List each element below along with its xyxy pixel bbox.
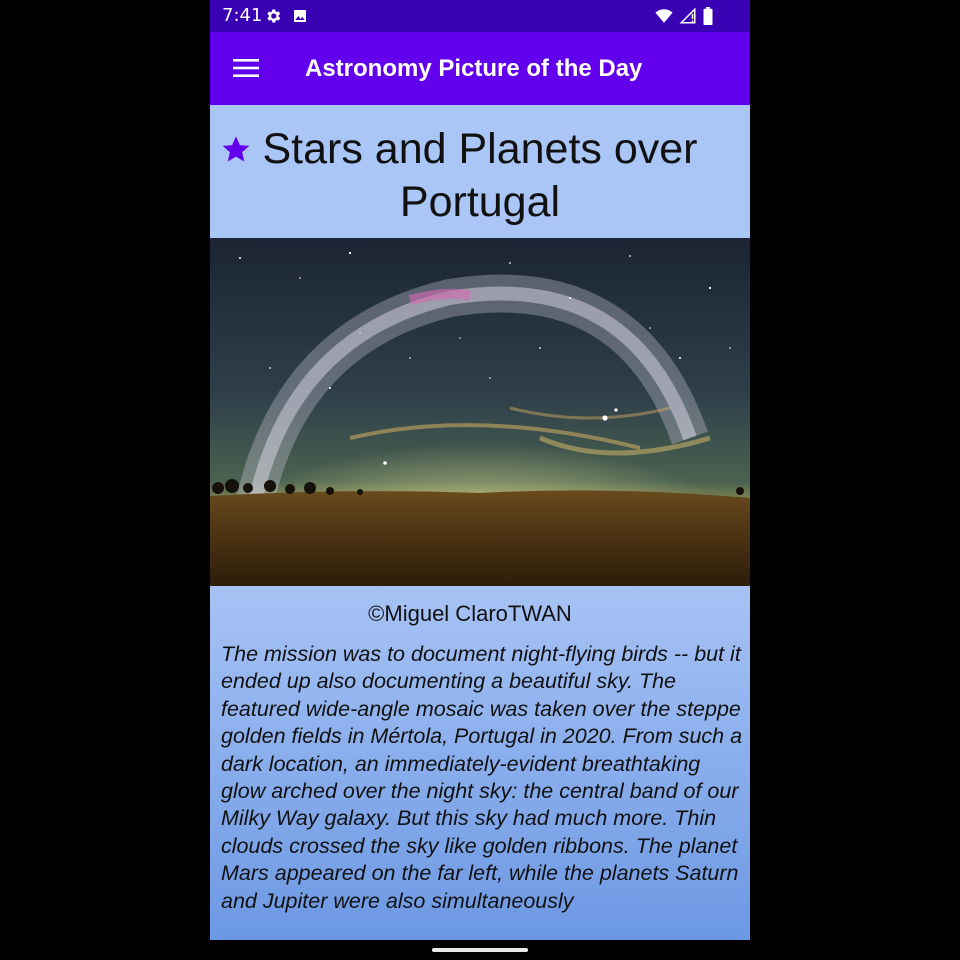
status-bar: 7:41 <box>210 0 750 32</box>
apod-copyright: ©Miguel ClaroTWAN <box>368 601 572 626</box>
hamburger-menu-icon <box>233 59 259 77</box>
app-bar: Astronomy Picture of the Day <box>210 32 750 105</box>
image-notification-icon <box>294 10 306 22</box>
apod-title-section: Stars and Planets over Portugal <box>210 105 750 238</box>
status-system-icons <box>654 7 714 25</box>
gesture-navigation-handle[interactable] <box>432 948 528 952</box>
apod-explanation: The mission was to document night-flying… <box>221 642 743 913</box>
navigation-menu-button[interactable] <box>230 52 262 84</box>
phone-screen: 7:41 Astronomy Picture of the Day Stars … <box>210 0 750 940</box>
apod-content: ©Miguel ClaroTWAN The mission was to doc… <box>210 586 750 940</box>
wifi-icon <box>655 9 673 23</box>
settings-gear-icon <box>267 9 281 23</box>
battery-icon <box>703 7 713 25</box>
status-notification-icons <box>264 7 308 25</box>
status-time: 7:41 <box>222 5 263 26</box>
app-title: Astronomy Picture of the Day <box>305 55 643 82</box>
star-icon[interactable] <box>220 133 252 165</box>
apod-title: Stars and Planets over Portugal <box>262 125 698 226</box>
apod-image[interactable] <box>210 238 750 586</box>
signal-no-data-icon <box>679 7 696 24</box>
